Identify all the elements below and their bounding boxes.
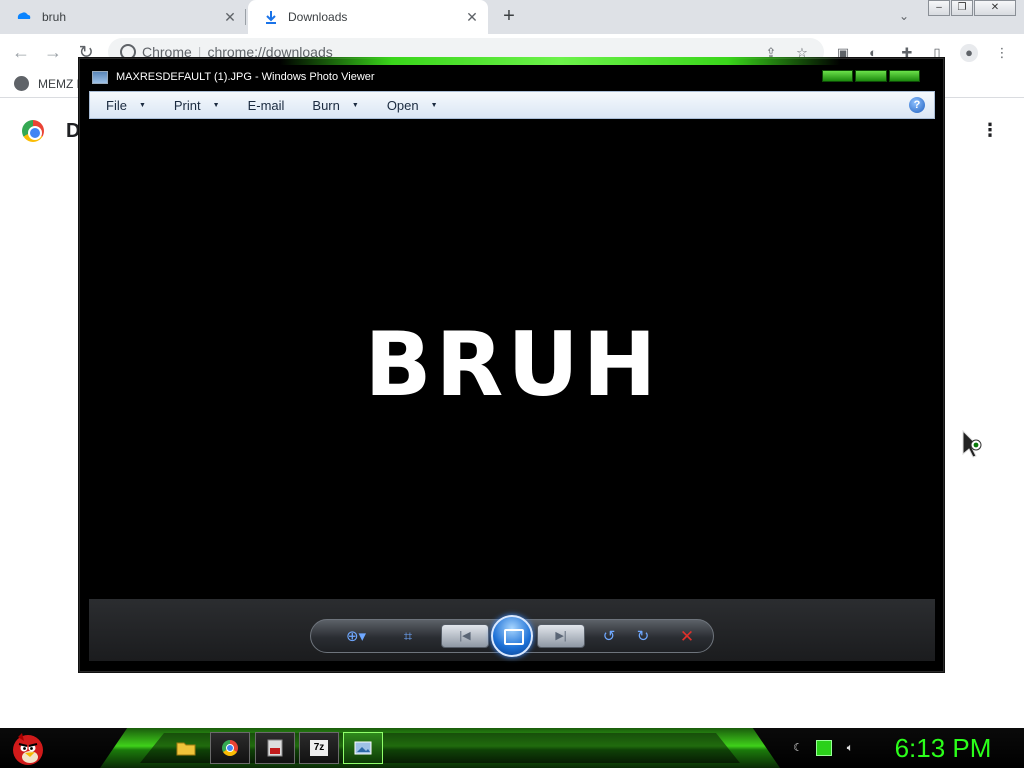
dropdown-arrow-icon: ▼ [138, 101, 146, 109]
delete-icon[interactable]: ✕ [675, 627, 699, 647]
7zip-label: 7z [310, 740, 328, 756]
dropdown-arrow-icon: ▼ [351, 101, 359, 109]
photo-viewer-taskbar-icon[interactable] [343, 732, 383, 764]
download-icon [266, 11, 276, 24]
next-button[interactable]: ▶| [537, 624, 585, 648]
menu-label: Open [386, 97, 419, 113]
pv-minimize-button[interactable] [822, 70, 854, 82]
bookmark-memz[interactable]: MEMZ D [14, 76, 85, 91]
back-button[interactable]: ← [10, 42, 32, 64]
tab-bruh[interactable]: bruh ✕ [0, 0, 246, 34]
new-tab-button[interactable]: + [498, 6, 520, 28]
previous-button[interactable]: |◀ [441, 624, 489, 648]
navigation-pill: ⊕▾ ⌗ |◀ ▶| ↺ ↻ ✕ [310, 615, 714, 657]
more-actions-icon[interactable]: ⋮ [980, 120, 1000, 140]
image-text-bruh: BRUH [364, 313, 661, 416]
system-tray: ☾ 🔈︎ [790, 738, 870, 758]
chrome-logo-small [222, 740, 238, 756]
tab-downloads[interactable]: Downloads ✕ [248, 0, 488, 34]
photo-viewer-icon [92, 71, 108, 84]
eye-cursor-icon [962, 430, 982, 458]
menu-email[interactable]: E-mail [240, 96, 293, 115]
rotate-clockwise-icon[interactable]: ↻ [631, 627, 655, 647]
close-tab-button[interactable]: ✕ [464, 9, 480, 25]
pv-maximize-button[interactable] [855, 70, 887, 82]
photo-viewer-controlbar: ⊕▾ ⌗ |◀ ▶| ↺ ↻ ✕ [89, 599, 935, 661]
profile-avatar-icon[interactable]: ● [960, 44, 978, 62]
language-icon[interactable]: ☾ [790, 740, 806, 756]
rotate-counterclockwise-icon[interactable]: ↺ [597, 627, 621, 647]
photo-viewer-titlebar[interactable]: MAXRESDEFAULT (1).JPG - Windows Photo Vi… [80, 65, 943, 91]
dropdown-arrow-icon: ▼ [212, 101, 220, 109]
angry-birds-start-icon[interactable] [8, 729, 48, 767]
edge-cloud-icon [17, 12, 31, 19]
zoom-icon[interactable]: ⊕▾ [339, 627, 373, 647]
menu-label: Print [173, 97, 201, 113]
close-tab-button[interactable]: ✕ [222, 9, 238, 25]
window-glow [280, 57, 840, 65]
dropdown-arrow-icon: ▼ [430, 101, 438, 109]
chrome-icon[interactable] [210, 732, 250, 764]
forward-button[interactable]: → [42, 42, 64, 64]
media-app-icon[interactable] [255, 732, 295, 764]
chrome-menu-icon[interactable]: ⋮ [993, 44, 1011, 62]
menu-file[interactable]: File ▼ [98, 96, 154, 115]
volume-icon[interactable]: 🔈︎ [842, 740, 858, 756]
pv-close-button[interactable] [888, 70, 920, 82]
help-icon[interactable]: ? [909, 97, 925, 113]
menu-label: File [106, 97, 127, 113]
menu-label: E-mail [247, 97, 285, 113]
taskbar-clock[interactable]: 6:13 PM [868, 732, 1018, 764]
close-window-button[interactable]: ✕ [974, 0, 1016, 16]
restore-button[interactable]: ❐ [951, 0, 973, 16]
menu-print[interactable]: Print ▼ [166, 96, 228, 115]
tab-title: Downloads [288, 10, 348, 24]
taskbar: 7z ☾ 🔈︎ 6:13 PM [0, 728, 1024, 768]
7zip-icon[interactable]: 7z [299, 732, 339, 764]
file-explorer-icon[interactable] [166, 732, 206, 764]
menu-burn[interactable]: Burn ▼ [304, 96, 366, 115]
menu-open[interactable]: Open ▼ [379, 96, 446, 115]
tab-title: bruh [42, 10, 67, 24]
chrome-logo-center [226, 744, 234, 752]
window-title: MAXRESDEFAULT (1).JPG - Windows Photo Vi… [116, 71, 375, 83]
chrome-logo-icon [22, 120, 44, 142]
window-controls: – ❐ ✕ [928, 0, 1018, 17]
tab-strip: bruh ✕ Downloads ✕ + ⌄ – ❐ ✕ [0, 0, 1024, 34]
menu-label: Burn [312, 97, 340, 113]
photo-viewer-window: MAXRESDEFAULT (1).JPG - Windows Photo Vi… [79, 57, 944, 672]
minimize-button[interactable]: – [928, 0, 950, 16]
photo-viewer-window-controls [822, 70, 922, 82]
network-icon[interactable] [816, 740, 832, 756]
fit-to-window-icon[interactable]: ⌗ [395, 627, 421, 647]
photo-viewer-menubar: File ▼ Print ▼ E-mail Burn ▼ Open ▼ ? [89, 91, 935, 119]
chevron-down-icon[interactable]: ⌄ [895, 9, 913, 27]
globe-icon [14, 76, 29, 91]
slideshow-button[interactable] [491, 615, 533, 657]
